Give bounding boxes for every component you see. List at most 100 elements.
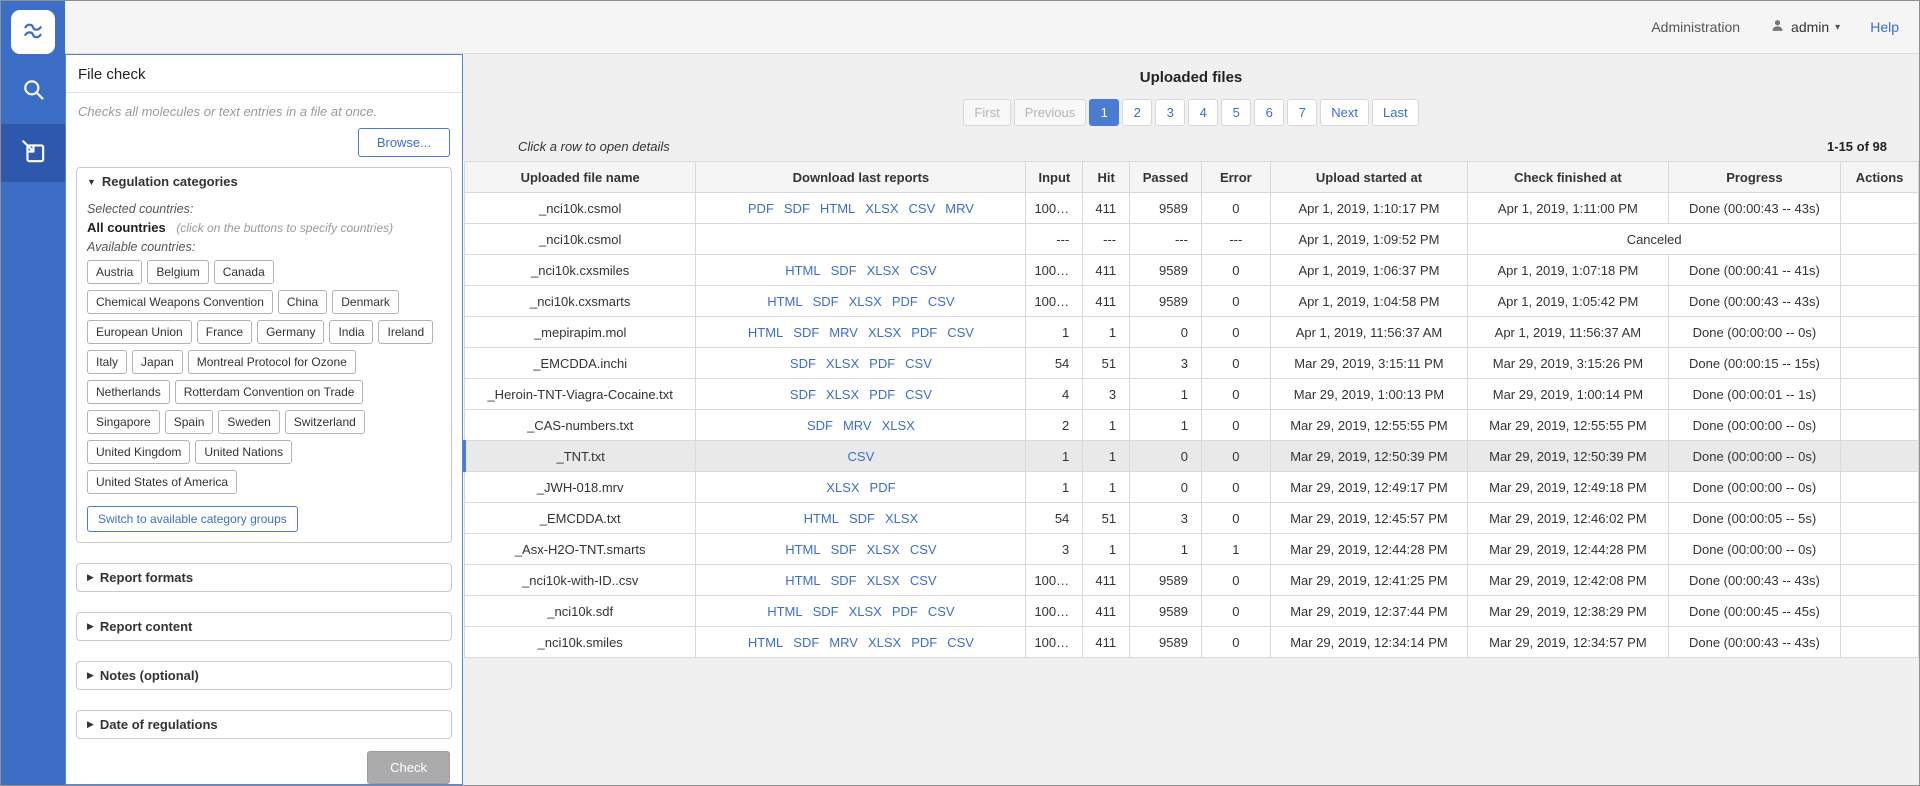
pagination-next[interactable]: Next bbox=[1320, 99, 1369, 126]
country-button[interactable]: India bbox=[329, 320, 373, 344]
country-button[interactable]: Italy bbox=[87, 350, 127, 374]
country-button[interactable]: Montreal Protocol for Ozone bbox=[188, 350, 356, 374]
section-header-report-formats[interactable]: ▶ Report formats bbox=[77, 564, 451, 591]
report-link-csv[interactable]: CSV bbox=[905, 356, 932, 371]
report-link-xlsx[interactable]: XLSX bbox=[868, 635, 901, 650]
country-button[interactable]: Switzerland bbox=[285, 410, 365, 434]
report-link-sdf[interactable]: SDF bbox=[813, 604, 839, 619]
pagination-6[interactable]: 6 bbox=[1254, 99, 1284, 126]
report-link-sdf[interactable]: SDF bbox=[849, 511, 875, 526]
user-menu[interactable]: admin ▾ bbox=[1770, 18, 1840, 36]
report-link-sdf[interactable]: SDF bbox=[784, 201, 810, 216]
report-link-pdf[interactable]: PDF bbox=[748, 201, 774, 216]
country-button[interactable]: Belgium bbox=[147, 260, 208, 284]
report-link-html[interactable]: HTML bbox=[748, 325, 783, 340]
table-row[interactable]: _nci10k.cxsmartsHTMLSDFXLSXPDFCSV1000041… bbox=[465, 286, 1919, 317]
report-link-xlsx[interactable]: XLSX bbox=[885, 511, 918, 526]
table-row[interactable]: _nci10k-with-ID..csvHTMLSDFXLSXCSV100004… bbox=[465, 565, 1919, 596]
report-link-sdf[interactable]: SDF bbox=[793, 635, 819, 650]
section-header-regulation-categories[interactable]: ▼ Regulation categories bbox=[77, 168, 451, 195]
report-link-sdf[interactable]: SDF bbox=[831, 542, 857, 557]
country-button[interactable]: United States of America bbox=[87, 470, 237, 494]
country-button[interactable]: Canada bbox=[214, 260, 274, 284]
report-link-sdf[interactable]: SDF bbox=[813, 294, 839, 309]
switch-category-groups-button[interactable]: Switch to available category groups bbox=[87, 506, 298, 532]
table-row[interactable]: _nci10k.sdfHTMLSDFXLSXPDFCSV100004119589… bbox=[465, 596, 1919, 627]
table-row[interactable]: _nci10k.cxsmilesHTMLSDFXLSXCSV1000041195… bbox=[465, 255, 1919, 286]
pagination-3[interactable]: 3 bbox=[1155, 99, 1185, 126]
table-row[interactable]: _TNT.txtCSV1100Mar 29, 2019, 12:50:39 PM… bbox=[465, 441, 1919, 472]
country-button[interactable]: United Nations bbox=[195, 440, 292, 464]
pagination-1[interactable]: 1 bbox=[1089, 99, 1119, 126]
pagination-first[interactable]: First bbox=[963, 99, 1010, 126]
country-button[interactable]: European Union bbox=[87, 320, 192, 344]
report-link-csv[interactable]: CSV bbox=[947, 325, 974, 340]
country-button[interactable]: Japan bbox=[132, 350, 183, 374]
report-link-pdf[interactable]: PDF bbox=[870, 480, 896, 495]
report-link-sdf[interactable]: SDF bbox=[807, 418, 833, 433]
sidebar-item-search[interactable] bbox=[1, 62, 65, 120]
report-link-xlsx[interactable]: XLSX bbox=[826, 356, 859, 371]
country-button[interactable]: Spain bbox=[165, 410, 214, 434]
report-link-csv[interactable]: CSV bbox=[910, 542, 937, 557]
report-link-html[interactable]: HTML bbox=[748, 635, 783, 650]
country-button[interactable]: Singapore bbox=[87, 410, 160, 434]
report-link-sdf[interactable]: SDF bbox=[793, 325, 819, 340]
report-link-csv[interactable]: CSV bbox=[905, 387, 932, 402]
table-row[interactable]: _mepirapim.molHTMLSDFMRVXLSXPDFCSV1100Ap… bbox=[465, 317, 1919, 348]
table-row[interactable]: _Heroin-TNT-Viagra-Cocaine.txtSDFXLSXPDF… bbox=[465, 379, 1919, 410]
table-row[interactable]: _CAS-numbers.txtSDFMRVXLSX2110Mar 29, 20… bbox=[465, 410, 1919, 441]
table-row[interactable]: _EMCDDA.txtHTMLSDFXLSX545130Mar 29, 2019… bbox=[465, 503, 1919, 534]
report-link-sdf[interactable]: SDF bbox=[831, 263, 857, 278]
country-button[interactable]: United Kingdom bbox=[87, 440, 190, 464]
country-button[interactable]: Rotterdam Convention on Trade bbox=[175, 380, 364, 404]
report-link-xlsx[interactable]: XLSX bbox=[826, 480, 859, 495]
report-link-html[interactable]: HTML bbox=[785, 573, 820, 588]
section-header-report-content[interactable]: ▶ Report content bbox=[77, 613, 451, 640]
country-button[interactable]: Austria bbox=[87, 260, 142, 284]
report-link-sdf[interactable]: SDF bbox=[790, 356, 816, 371]
report-link-mrv[interactable]: MRV bbox=[829, 325, 858, 340]
help-link[interactable]: Help bbox=[1870, 19, 1899, 35]
report-link-mrv[interactable]: MRV bbox=[945, 201, 974, 216]
sidebar-item-file-check[interactable] bbox=[1, 124, 65, 182]
app-logo[interactable] bbox=[11, 10, 55, 54]
country-button[interactable]: Sweden bbox=[218, 410, 279, 434]
report-link-csv[interactable]: CSV bbox=[910, 263, 937, 278]
report-link-csv[interactable]: CSV bbox=[947, 635, 974, 650]
pagination-last[interactable]: Last bbox=[1372, 99, 1419, 126]
pagination-5[interactable]: 5 bbox=[1221, 99, 1251, 126]
report-link-html[interactable]: HTML bbox=[767, 604, 802, 619]
section-header-notes[interactable]: ▶ Notes (optional) bbox=[77, 662, 451, 689]
report-link-xlsx[interactable]: XLSX bbox=[867, 573, 900, 588]
report-link-csv[interactable]: CSV bbox=[848, 449, 875, 464]
report-link-xlsx[interactable]: XLSX bbox=[882, 418, 915, 433]
report-link-html[interactable]: HTML bbox=[767, 294, 802, 309]
country-button[interactable]: Chemical Weapons Convention bbox=[87, 290, 273, 314]
pagination-previous[interactable]: Previous bbox=[1014, 99, 1087, 126]
report-link-pdf[interactable]: PDF bbox=[892, 604, 918, 619]
report-link-html[interactable]: HTML bbox=[785, 542, 820, 557]
report-link-csv[interactable]: CSV bbox=[910, 573, 937, 588]
report-link-html[interactable]: HTML bbox=[820, 201, 855, 216]
report-link-html[interactable]: HTML bbox=[785, 263, 820, 278]
check-button[interactable]: Check bbox=[367, 751, 450, 784]
report-link-sdf[interactable]: SDF bbox=[790, 387, 816, 402]
report-link-pdf[interactable]: PDF bbox=[911, 325, 937, 340]
administration-link[interactable]: Administration bbox=[1651, 19, 1740, 35]
report-link-sdf[interactable]: SDF bbox=[831, 573, 857, 588]
report-link-pdf[interactable]: PDF bbox=[869, 356, 895, 371]
report-link-csv[interactable]: CSV bbox=[928, 294, 955, 309]
pagination-4[interactable]: 4 bbox=[1188, 99, 1218, 126]
country-button[interactable]: Germany bbox=[257, 320, 324, 344]
report-link-pdf[interactable]: PDF bbox=[911, 635, 937, 650]
report-link-mrv[interactable]: MRV bbox=[829, 635, 858, 650]
country-button[interactable]: France bbox=[197, 320, 252, 344]
report-link-xlsx[interactable]: XLSX bbox=[826, 387, 859, 402]
report-link-xlsx[interactable]: XLSX bbox=[849, 294, 882, 309]
table-row[interactable]: _nci10k.smilesHTMLSDFMRVXLSXPDFCSV100004… bbox=[465, 627, 1919, 658]
report-link-mrv[interactable]: MRV bbox=[843, 418, 872, 433]
report-link-xlsx[interactable]: XLSX bbox=[867, 263, 900, 278]
report-link-csv[interactable]: CSV bbox=[928, 604, 955, 619]
table-row[interactable]: _nci10k.csmolPDFSDFHTMLXLSXCSVMRV1000041… bbox=[465, 193, 1919, 224]
